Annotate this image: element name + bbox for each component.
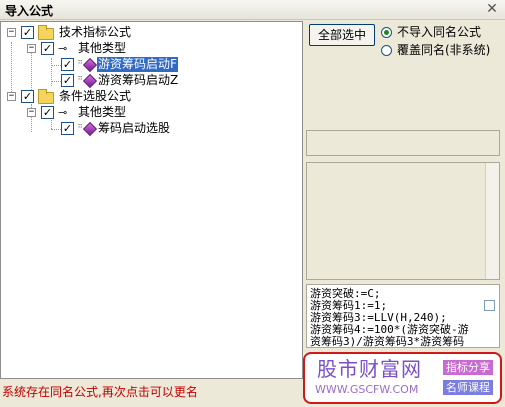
tree-node-chip-selection[interactable]: ✓ ∷ 筹码启动选股 [1,121,301,137]
collapse-icon[interactable]: − [27,108,36,117]
formula-gem-icon [82,57,98,73]
code-line: 游资筹码1:=1; [310,299,388,312]
status-message: 系统存在同名公式,再次点击可以更名 [2,385,198,399]
scrollbar[interactable] [485,163,499,279]
tree-node-label: 条件选股公式 [59,89,132,103]
tree-node-formula-z[interactable]: ✓ ∷ 游资筹码启动Z [1,73,301,89]
tree-checkbox[interactable]: ✓ [41,42,54,55]
radio-label: 覆盖同名(非系统) [397,43,491,57]
code-line: 游资突破:=C; [310,287,381,300]
tree-node-stock-selection[interactable]: − ✓ 条件选股公式 [1,89,301,105]
radio-overwrite[interactable] [381,45,392,56]
tree-node-label: 游资筹码启动F [97,57,178,72]
tree-node-technical-indicators[interactable]: − ✓ 技术指标公式 [1,25,301,41]
formula-name-field[interactable] [306,130,500,156]
tree-node-label: 其他类型 [78,105,127,119]
title-bar: 导入公式 ✕ [0,0,505,20]
tree-checkbox[interactable]: ✓ [61,74,74,87]
tree-node-other-types-2[interactable]: − ✓ ⊸ 其他类型 [1,105,301,121]
tree-node-label: 其他类型 [78,41,127,55]
tree-node-label: 技术指标公式 [59,25,132,39]
tree-node-other-types[interactable]: − ✓ ⊸ 其他类型 [1,41,301,57]
collapse-icon[interactable]: − [7,92,16,101]
key-icon: ⊸ [58,42,68,55]
folder-icon [38,89,54,104]
formula-tree[interactable]: − ✓ 技术指标公式 − ✓ ⊸ 其他类型 ✓ ∷ 游资筹码启动F ✓ ∷ 游资… [0,21,303,379]
tree-checkbox[interactable]: ✓ [61,122,74,135]
code-line: 游资筹码3:=LLV(H,240); [310,311,447,324]
tree-node-label: 筹码启动选股 [98,121,171,135]
collapse-icon[interactable]: − [7,28,16,37]
tree-node-label: 游资筹码启动Z [98,73,179,87]
tree-checkbox[interactable]: ✓ [41,106,54,119]
tree-checkbox[interactable]: ✓ [21,26,34,39]
collapse-icon[interactable]: − [27,44,36,53]
description-panel[interactable] [306,162,500,280]
code-line: 游资筹码4:=100*(游资突破-游 [310,323,469,336]
key-icon: ⊸ [58,106,68,119]
formula-code-preview[interactable]: 游资突破:=C; 游资筹码1:=1; 游资筹码3:=LLV(H,240); 游资… [306,284,500,348]
code-option-checkbox[interactable] [484,300,495,311]
folder-icon [38,25,54,40]
window-title: 导入公式 [5,4,54,18]
formula-gem-icon [82,121,98,137]
watermark-url: WWW.GSCFW.COM [315,383,419,396]
select-all-button[interactable]: 全部选中 [309,24,375,46]
tree-checkbox[interactable]: ✓ [21,90,34,103]
option-no-import[interactable]: 不导入同名公式 [381,25,501,41]
tree-node-formula-f[interactable]: ✓ ∷ 游资筹码启动F [1,57,301,73]
watermark-banner: 股市财富网 WWW.GSCFW.COM 指标分享 名师课程 [303,352,502,404]
code-line: 资筹码3)/游资筹码3*游资筹码 [310,335,465,348]
close-icon[interactable]: ✕ [485,0,499,18]
watermark-tag-course: 名师课程 [443,380,493,395]
option-overwrite[interactable]: 覆盖同名(非系统) [381,43,501,59]
tree-checkbox[interactable]: ✓ [61,58,74,71]
radio-label: 不导入同名公式 [397,25,482,39]
formula-gem-icon [82,73,98,89]
watermark-tag-share: 指标分享 [443,360,493,375]
radio-no-import[interactable] [381,27,392,38]
watermark-title: 股市财富网 [317,357,422,381]
